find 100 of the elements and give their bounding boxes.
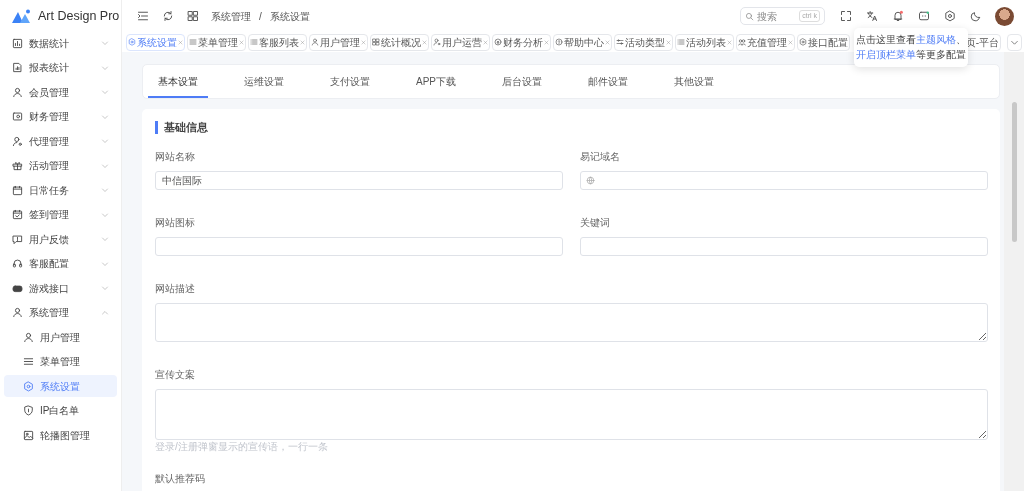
sidebar-subitem[interactable]: 系统设置 xyxy=(4,375,117,397)
sliders-icon xyxy=(616,38,624,46)
close-icon xyxy=(178,39,183,45)
page-tab[interactable]: 接口配置 xyxy=(797,33,850,51)
page-tab[interactable]: 菜单管理 xyxy=(187,33,246,51)
page-tab[interactable]: 用户管理 xyxy=(309,33,368,51)
calendar-icon xyxy=(12,184,23,196)
page-tab[interactable]: 财务分析 xyxy=(492,33,551,51)
page-tab[interactable]: 系统设置 xyxy=(126,33,185,51)
close-icon xyxy=(605,39,610,45)
link[interactable]: 开启顶栏菜单 xyxy=(856,48,916,60)
input-field[interactable] xyxy=(155,237,563,256)
settings-tab[interactable]: 运维设置 xyxy=(234,71,294,98)
field-label: 易记域名 xyxy=(580,151,621,163)
person-icon xyxy=(12,307,23,318)
fullscreen-icon xyxy=(840,10,852,22)
wallet-icon xyxy=(12,111,23,122)
settings-tab[interactable]: 基本设置 xyxy=(148,71,208,98)
link[interactable]: 主题风格 xyxy=(916,34,956,45)
logo-icon xyxy=(12,9,32,23)
close-icon xyxy=(544,39,549,45)
sidebar-item[interactable]: 日常任务 xyxy=(4,179,117,201)
help-icon xyxy=(555,38,563,46)
breadcrumb-item[interactable]: 系统设置 xyxy=(269,8,310,24)
sidebar-item[interactable]: 代理管理 xyxy=(4,130,117,152)
sidebar-subitem[interactable]: IP白名单 xyxy=(4,399,117,422)
person-icon xyxy=(311,38,319,46)
moon-icon xyxy=(970,10,982,22)
refresh-icon xyxy=(162,10,174,22)
bell-icon xyxy=(892,10,904,22)
settings-tab[interactable]: APP下载 xyxy=(406,71,466,98)
gamepad-icon xyxy=(12,282,23,294)
input-field[interactable] xyxy=(580,171,988,190)
person-key-icon xyxy=(12,135,23,147)
sidebar-item[interactable]: 签到管理 xyxy=(4,203,117,226)
page-tab[interactable]: 统计概况 xyxy=(370,33,429,51)
page-tab[interactable]: 活动类型 xyxy=(614,33,673,51)
search-icon xyxy=(745,11,754,21)
bar-chart-icon xyxy=(12,37,23,49)
close-icon xyxy=(361,39,366,45)
sidebar-item[interactable]: 活动管理 xyxy=(4,154,117,177)
more-tabs-button[interactable] xyxy=(1007,33,1022,51)
close-icon xyxy=(483,39,488,45)
sidebar-item[interactable]: 客服配置 xyxy=(4,252,117,275)
input-field[interactable] xyxy=(580,237,988,256)
chevron-down-icon xyxy=(101,284,109,292)
sidebar-item[interactable]: 用户反馈 xyxy=(4,228,117,250)
close-icon xyxy=(727,39,732,45)
sidebar-item[interactable]: 报表统计 xyxy=(4,56,117,79)
list-icon xyxy=(250,38,258,46)
chevron-down-icon xyxy=(101,88,109,96)
document-chart-icon xyxy=(12,62,23,73)
chevron-down-icon xyxy=(101,235,109,243)
chevron-down-icon xyxy=(101,210,109,219)
avatar[interactable] xyxy=(995,6,1014,26)
sidebar-subitem[interactable]: 用户管理 xyxy=(4,326,117,348)
chevron-down-icon xyxy=(101,137,109,145)
breadcrumb-item[interactable]: 系统管理 xyxy=(211,8,251,24)
menu-icon xyxy=(23,356,34,367)
menu-icon xyxy=(189,38,197,46)
settings-tab[interactable]: 邮件设置 xyxy=(578,71,638,98)
page-tab[interactable]: 客服列表 xyxy=(248,33,307,51)
sidebar-item[interactable]: 会员管理 xyxy=(4,81,117,103)
coin-icon xyxy=(494,38,502,46)
page-tab[interactable]: 用户运营 xyxy=(431,33,490,51)
sidebar-item[interactable]: 财务管理 xyxy=(4,105,117,128)
close-icon xyxy=(239,39,244,45)
gear-icon xyxy=(23,380,34,392)
settings-tab[interactable]: 支付设置 xyxy=(320,71,380,98)
page-tab[interactable]: 活动列表 xyxy=(675,33,734,51)
sidebar-item[interactable]: 数据统计 xyxy=(4,32,117,54)
grid-icon xyxy=(187,10,199,22)
tooltip-text: 点击这里查看主题风格、 开启顶栏菜单等更多配置 xyxy=(856,33,966,62)
person-icon xyxy=(12,86,23,98)
settings-tab[interactable]: 后台设置 xyxy=(492,71,552,98)
calendar-check-icon xyxy=(12,209,23,220)
settings-tab[interactable]: 其他设置 xyxy=(664,71,724,98)
sidebar-subitem[interactable]: 轮播图管理 xyxy=(4,424,117,446)
gear-icon xyxy=(799,38,807,46)
chat-icon xyxy=(918,10,930,22)
close-icon xyxy=(300,39,305,45)
globe-icon xyxy=(586,176,595,185)
chevron-down-icon xyxy=(101,112,109,121)
close-icon xyxy=(666,39,671,45)
sidebar-subitem[interactable]: 菜单管理 xyxy=(4,350,117,373)
field-label: 网站图标 xyxy=(155,217,196,229)
shield-icon xyxy=(23,405,34,416)
headset-icon xyxy=(12,258,23,269)
chevron-down-icon xyxy=(101,161,109,170)
page-tab[interactable]: 充值管理 xyxy=(736,33,795,51)
image-icon xyxy=(23,429,34,441)
chevron-up-icon xyxy=(101,308,109,317)
page-tab[interactable]: 帮助中心 xyxy=(553,33,612,51)
sidebar-item[interactable]: 游戏接口 xyxy=(4,277,117,299)
close-icon xyxy=(788,39,793,45)
input-field[interactable]: 中信国际 xyxy=(155,171,563,190)
field-label: 网站描述 xyxy=(155,283,196,295)
search-placeholder: 搜索 xyxy=(757,9,777,24)
scrollbar[interactable] xyxy=(1004,52,1024,491)
sidebar-item[interactable]: 系统管理 xyxy=(4,301,117,324)
